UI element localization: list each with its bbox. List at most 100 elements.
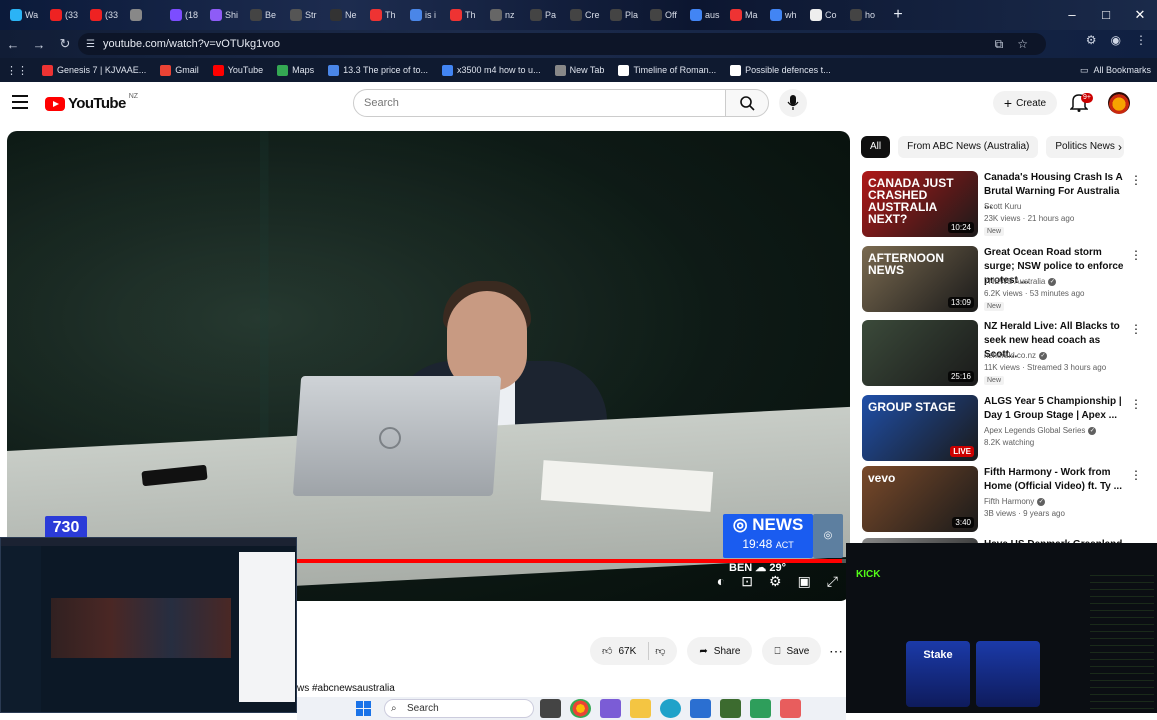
video-options-icon[interactable]: ⋮ — [1130, 322, 1142, 336]
create-button[interactable]: + Create — [993, 91, 1057, 115]
windows-start-icon[interactable] — [356, 701, 371, 716]
browser-tab[interactable]: Pla — [606, 4, 646, 26]
app-icon-3[interactable] — [750, 699, 771, 718]
settings-gear-icon[interactable]: ⚙ — [769, 573, 782, 590]
recommended-video[interactable]: CANADA JUST CRASHED AUSTRALIA NEXT? 10:24… — [862, 171, 1152, 239]
browser-tab[interactable]: Co — [806, 4, 846, 26]
mail-icon[interactable] — [690, 699, 711, 718]
browser-tab[interactable]: nz — [486, 4, 526, 26]
youtube-logo[interactable]: YouTube NZ — [45, 93, 138, 112]
video-thumbnail[interactable]: AFTERNOON NEWS 13:09 — [862, 246, 978, 312]
bookmark-item[interactable]: Timeline of Roman... — [618, 64, 716, 76]
search-button[interactable] — [725, 89, 769, 117]
autoplay-toggle-icon[interactable]: ◐ — [717, 573, 725, 590]
bookmark-item[interactable]: Maps — [277, 64, 314, 76]
browser-tab[interactable]: Th — [446, 4, 486, 26]
channel-name[interactable]: nzherald.co.nz ✓ — [984, 351, 1048, 360]
browser-tab[interactable]: (18 — [166, 4, 206, 26]
description-hashtag[interactable]: ws #abcnewsaustralia — [297, 683, 395, 694]
app-icon[interactable] — [600, 699, 621, 718]
bookmark-item[interactable]: x3500 m4 how to u... — [442, 64, 541, 76]
recommended-video[interactable]: 25:16 NZ Herald Live: All Blacks to seek … — [862, 320, 1152, 388]
browser-tab[interactable] — [126, 4, 166, 26]
captions-icon[interactable]: ⊡ — [741, 573, 753, 590]
video-thumbnail[interactable]: vevo 3:40 — [862, 466, 978, 532]
site-info-icon[interactable]: ☰ — [86, 39, 95, 50]
video-thumbnail[interactable]: GROUP STAGE LIVE — [862, 395, 978, 461]
chevron-right-icon[interactable]: › — [1118, 140, 1122, 154]
video-options-icon[interactable]: ⋮ — [1130, 468, 1142, 482]
apps-icon[interactable]: ⋮⋮ — [6, 64, 28, 77]
fullscreen-icon[interactable]: ⤢ — [827, 573, 838, 590]
video-options-icon[interactable]: ⋮ — [1130, 173, 1142, 187]
channel-name[interactable]: 7NEWS Australia ✓ — [984, 277, 1057, 286]
browser-tab[interactable]: Cre — [566, 4, 606, 26]
bookmark-star-icon[interactable]: ☆ — [1017, 37, 1028, 52]
edge-icon[interactable] — [660, 699, 681, 718]
forward-icon[interactable]: → — [26, 37, 52, 52]
browser-tab[interactable]: Off — [646, 4, 686, 26]
bookmark-item[interactable]: 13.3 The price of to... — [328, 64, 428, 76]
recommended-video[interactable]: AFTERNOON NEWS 13:09 Great Ocean Road stor… — [862, 246, 1152, 314]
video-player[interactable]: 730 ◎ NEWS 19:48 ACT ◎ BEN ☁ 29° ◐ ⊡ ⚙ ▣… — [7, 131, 850, 601]
more-actions-icon[interactable]: ⋯ — [829, 643, 843, 660]
browser-tab[interactable]: Be — [246, 4, 286, 26]
all-bookmarks[interactable]: ▭ All Bookmarks — [1080, 58, 1151, 82]
minimize-icon[interactable]: – — [1055, 0, 1089, 30]
browser-tab[interactable]: Wa — [6, 4, 46, 26]
bookmark-item[interactable]: Gmail — [160, 64, 199, 76]
browser-tab[interactable]: ho — [846, 4, 886, 26]
filter-chip[interactable]: All — [861, 136, 891, 158]
video-thumbnail[interactable]: CANADA JUST CRASHED AUSTRALIA NEXT? 10:24 — [862, 171, 978, 237]
file-explorer-icon[interactable] — [630, 699, 651, 718]
reload-icon[interactable]: ↻ — [52, 36, 78, 52]
browser-tab[interactable]: is i — [406, 4, 446, 26]
like-button[interactable]: 👍︎ 67K 👎︎ — [590, 637, 678, 665]
video-title[interactable]: Fifth Harmony - Work from Home (Official… — [984, 466, 1124, 494]
hamburger-menu-icon[interactable] — [12, 95, 28, 111]
profile-icon[interactable]: ◉ — [1111, 33, 1121, 47]
bookmark-item[interactable]: Genesis 7 | KJVAAE... — [42, 64, 146, 76]
filter-chip[interactable]: From ABC News (Australia) — [898, 136, 1039, 158]
browser-tab[interactable]: Th — [366, 4, 406, 26]
browser-tab[interactable]: Str — [286, 4, 326, 26]
share-button[interactable]: ➦ Share — [687, 637, 753, 665]
browser-tab[interactable]: (33 — [86, 4, 126, 26]
task-view-icon[interactable] — [540, 699, 561, 718]
video-options-icon[interactable]: ⋮ — [1130, 248, 1142, 262]
recommended-video[interactable]: vevo 3:40 Fifth Harmony - Work from Home (… — [862, 466, 1152, 534]
browser-tab[interactable]: (33 — [46, 4, 86, 26]
channel-name[interactable]: Apex Legends Global Series ✓ — [984, 426, 1097, 435]
cast-icon[interactable]: ⧉ — [995, 37, 1004, 52]
channel-name[interactable]: Scott Kuru — [984, 202, 1021, 211]
extensions-icon[interactable]: ⚙ — [1086, 33, 1097, 47]
voice-search-button[interactable] — [779, 89, 807, 117]
browser-tab[interactable]: aus — [686, 4, 726, 26]
taskbar-search[interactable]: ⌕ Search — [384, 699, 534, 718]
back-icon[interactable]: ← — [0, 37, 26, 52]
browser-tab[interactable]: wh — [766, 4, 806, 26]
save-button[interactable]: ⎕ Save — [762, 637, 822, 665]
bookmark-item[interactable]: YouTube — [212, 64, 263, 76]
bookmark-item[interactable]: New Tab — [554, 64, 604, 76]
video-options-icon[interactable]: ⋮ — [1130, 397, 1142, 411]
close-window-icon[interactable]: ✕ — [1123, 0, 1157, 30]
miniplayer-icon[interactable]: ▣ — [798, 573, 811, 590]
thumbs-down-icon[interactable]: 👎︎ — [655, 645, 665, 657]
search-input[interactable]: Search — [353, 89, 726, 117]
filter-chip[interactable]: Politics News — [1046, 136, 1124, 158]
chrome-icon[interactable] — [570, 699, 591, 718]
browser-tab[interactable]: Pa — [526, 4, 566, 26]
recommended-video[interactable]: GROUP STAGE LIVE ALGS Year 5 Championship … — [862, 395, 1152, 463]
video-title[interactable]: ALGS Year 5 Championship | Day 1 Group S… — [984, 395, 1124, 423]
account-avatar[interactable] — [1108, 92, 1130, 114]
maximize-icon[interactable]: □ — [1089, 0, 1123, 30]
url-text[interactable]: youtube.com/watch?v=vOTUkg1voo — [103, 38, 280, 50]
browser-tab[interactable]: Ma — [726, 4, 766, 26]
browser-tab[interactable]: Shi — [206, 4, 246, 26]
app-icon-4[interactable] — [780, 699, 801, 718]
channel-name[interactable]: Fifth Harmony ✓ — [984, 497, 1046, 506]
omnibox[interactable]: ☰ youtube.com/watch?v=vOTUkg1voo ⧉ ☆ — [78, 33, 1046, 55]
browser-tab[interactable]: Ne — [326, 4, 366, 26]
app-icon-2[interactable] — [720, 699, 741, 718]
